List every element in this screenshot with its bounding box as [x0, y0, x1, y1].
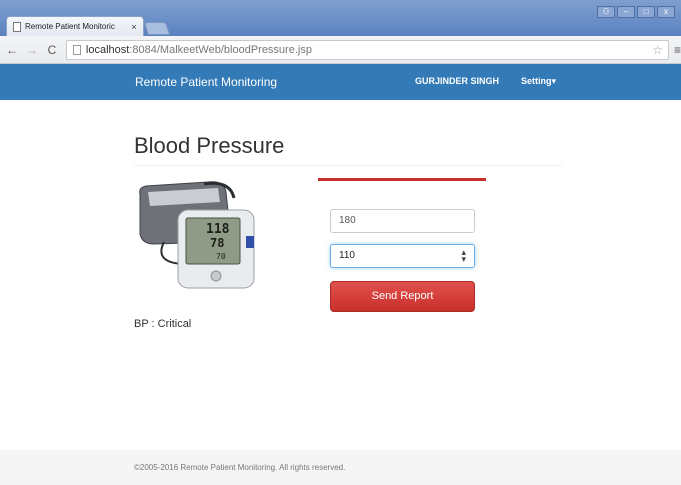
monitor-top-reading: 118	[206, 222, 230, 237]
browser-window: Remote Patient Monitoric × ⚇ – □ x ← → C…	[0, 0, 681, 485]
page-footer: ©2005-2016 Remote Patient Monitoring. Al…	[0, 450, 681, 485]
browser-tab[interactable]: Remote Patient Monitoric ×	[6, 16, 144, 36]
diastolic-value: 110	[339, 250, 355, 261]
monitor-pulse-reading: 70	[216, 252, 226, 261]
close-tab-icon[interactable]: ×	[128, 22, 140, 32]
minimize-icon[interactable]: –	[617, 6, 635, 18]
url-path: :8084/MalkeetWeb/bloodPressure.jsp	[129, 43, 312, 56]
address-bar[interactable]: localhost :8084/MalkeetWeb/bloodPressure…	[65, 39, 669, 60]
back-icon[interactable]: ←	[4, 43, 20, 57]
tab-title: Remote Patient Monitoric	[25, 22, 115, 31]
user-name-link[interactable]: GURJINDER SINGH	[415, 76, 499, 86]
app-navbar: Remote Patient Monitoring GURJINDER SING…	[0, 64, 681, 100]
reload-icon[interactable]: C	[44, 43, 60, 57]
settings-dropdown[interactable]: Setting▾	[521, 76, 556, 87]
accent-divider	[318, 178, 486, 181]
browser-menu-icon[interactable]: ≡	[674, 43, 681, 57]
maximize-icon[interactable]: □	[637, 6, 655, 18]
page-icon	[13, 21, 21, 32]
footer-copyright: ©2005-2016 Remote Patient Monitoring. Al…	[134, 463, 346, 472]
bp-status-text: BP : Critical	[134, 318, 192, 330]
new-tab-button[interactable]	[143, 22, 171, 35]
user-icon[interactable]: ⚇	[597, 6, 615, 18]
send-report-button[interactable]: Send Report	[330, 281, 475, 312]
url-host: localhost	[85, 43, 130, 56]
monitor-bottom-reading: 78	[210, 236, 224, 250]
systolic-input[interactable]: 180	[330, 209, 475, 233]
spinner-arrows-icon[interactable]: ▴ ▾	[461, 248, 466, 264]
page-title: Blood Pressure	[134, 133, 285, 158]
diastolic-stepper[interactable]: 110 ▴ ▾	[330, 244, 475, 268]
window-controls: ⚇ – □ x	[597, 6, 675, 18]
forward-icon[interactable]: →	[24, 43, 40, 57]
tab-strip: Remote Patient Monitoric × ⚇ – □ x	[0, 0, 681, 36]
bookmark-star-icon[interactable]: ☆	[652, 43, 663, 57]
browser-toolbar: ← → C localhost :8084/MalkeetWeb/bloodPr…	[0, 36, 681, 64]
document-icon	[72, 44, 81, 55]
blood-pressure-monitor-image: 118 78 70	[139, 181, 255, 289]
navbar-brand[interactable]: Remote Patient Monitoring	[135, 75, 277, 89]
title-divider	[134, 165, 562, 166]
close-window-icon[interactable]: x	[657, 6, 675, 18]
